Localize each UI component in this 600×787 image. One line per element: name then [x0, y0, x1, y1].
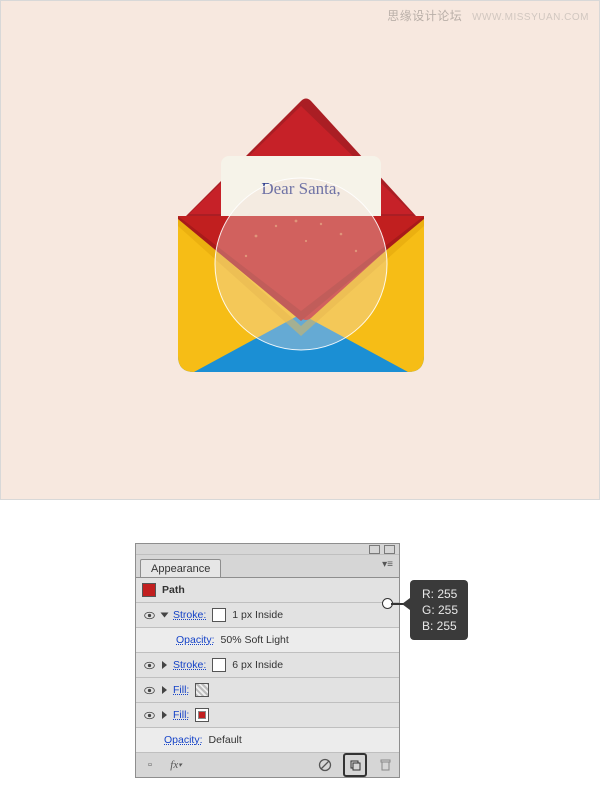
disclosure-icon[interactable] [161, 613, 169, 618]
visibility-icon[interactable] [142, 608, 156, 622]
opacity-value[interactable]: 50% Soft Light [221, 634, 289, 646]
no-selection-icon[interactable]: ▫ [142, 757, 158, 773]
fill-row-1[interactable]: Fill: [136, 678, 399, 703]
fill-link[interactable]: Fill: [173, 684, 189, 696]
fill-swatch[interactable] [195, 683, 209, 697]
panel-close-icon[interactable] [384, 545, 395, 554]
panel-footer: ▫ fx▾ [136, 753, 399, 777]
stroke-value[interactable]: 1 px Inside [232, 609, 283, 621]
panel-collapse-icon[interactable] [369, 545, 380, 554]
stroke-swatch[interactable] [212, 658, 226, 672]
duplicate-icon[interactable] [343, 753, 367, 777]
stroke-link[interactable]: Stroke: [173, 609, 206, 621]
tab-appearance[interactable]: Appearance [140, 559, 221, 577]
watermark: 思缘设计论坛 WWW.MISSYUAN.COM [387, 7, 589, 24]
opacity-row-2[interactable]: Opacity: Default [136, 728, 399, 753]
rgb-tooltip: R: 255 G: 255 B: 255 [410, 580, 468, 640]
opacity-link[interactable]: Opacity: [176, 634, 215, 646]
stroke-value[interactable]: 6 px Inside [232, 659, 283, 671]
stroke-swatch[interactable] [212, 608, 226, 622]
trash-icon[interactable] [377, 757, 393, 773]
clear-icon[interactable] [317, 757, 333, 773]
fill-link[interactable]: Fill: [173, 709, 189, 721]
disclosure-icon[interactable] [162, 686, 167, 694]
appearance-panel: Appearance ▾≡ Path Stroke: 1 px Inside O… [135, 543, 400, 778]
stroke-link[interactable]: Stroke: [173, 659, 206, 671]
watermark-en: WWW.MISSYUAN.COM [472, 12, 589, 23]
fill-swatch[interactable] [195, 708, 209, 722]
item-type-label: Path [162, 584, 185, 596]
tooltip-b: B: 255 [422, 618, 458, 634]
panel-menu-icon[interactable]: ▾≡ [382, 559, 393, 570]
artboard: 思缘设计论坛 WWW.MISSYUAN.COM Dear Santa, [0, 0, 600, 500]
opacity-row-1[interactable]: Opacity: 50% Soft Light [136, 628, 399, 653]
envelope-icon: Dear Santa, [156, 86, 446, 396]
visibility-icon[interactable] [142, 683, 156, 697]
opacity-value[interactable]: Default [209, 734, 242, 746]
tooltip-r: R: 255 [422, 586, 458, 602]
fx-icon[interactable]: fx▾ [168, 757, 184, 773]
disclosure-icon[interactable] [162, 661, 167, 669]
watermark-cn: 思缘设计论坛 [387, 9, 462, 23]
item-header-row[interactable]: Path [136, 578, 399, 603]
fill-row-2[interactable]: Fill: [136, 703, 399, 728]
visibility-icon[interactable] [142, 658, 156, 672]
panel-titlebar[interactable] [136, 544, 399, 555]
stroke-row-2[interactable]: Stroke: 6 px Inside [136, 653, 399, 678]
item-swatch [142, 583, 156, 597]
tooltip-g: G: 255 [422, 602, 458, 618]
stroke-row-1[interactable]: Stroke: 1 px Inside [136, 603, 399, 628]
visibility-icon[interactable] [142, 708, 156, 722]
disclosure-icon[interactable] [162, 711, 167, 719]
opacity-link[interactable]: Opacity: [164, 734, 203, 746]
